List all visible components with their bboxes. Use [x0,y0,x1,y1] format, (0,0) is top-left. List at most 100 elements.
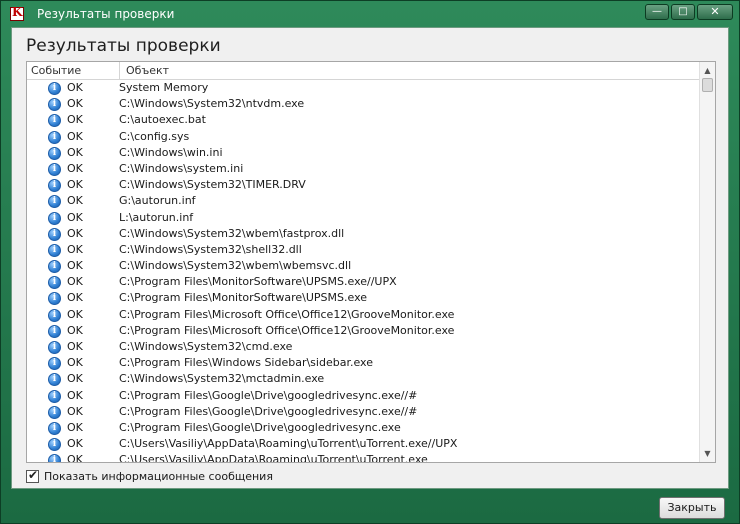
row-event: OK [67,307,83,321]
table-row[interactable]: i OK C:\Program Files\Google\Drive\googled… [27,420,699,436]
show-info-checkbox[interactable]: ✔ [26,468,39,483]
results-list[interactable]: Событие Объект i OK System Memory i OK C:\Win… [26,61,716,463]
table-row[interactable]: i OK C:\Windows\System32\cmd.exe [27,339,699,355]
row-event: OK [67,420,83,434]
table-row[interactable]: i OK C:\Windows\System32\shell32.dll [27,242,699,258]
info-icon: i [48,357,61,371]
scroll-up-icon[interactable]: ▲ [700,64,715,77]
row-object: C:\Windows\System32\ntvdm.exe [119,97,305,111]
info-icon: i [48,98,61,112]
row-object: C:\Program Files\Google\Drive\googledriv… [119,420,401,434]
row-event: OK [67,404,83,418]
row-object: C:\Program Files\Microsoft Office\Office… [119,323,455,337]
table-row[interactable]: i OK C:\Windows\System32\mctadmin.exe [27,371,699,387]
info-icon: i [48,276,61,290]
table-row[interactable]: i OK C:\Windows\System32\wbem\wbemsvc.dll [27,258,699,274]
row-event: OK [67,453,83,463]
info-icon: i [48,421,61,435]
table-row[interactable]: i OK C:\Program Files\MonitorSoftware\UPSM… [27,290,699,306]
row-object: C:\Program Files\MonitorSoftware\UPSMS.e… [119,275,397,289]
row-event: OK [67,226,83,240]
info-icon: i [48,211,61,225]
row-object: C:\Program Files\Google\Drive\googledriv… [119,404,418,418]
row-event: OK [67,210,83,224]
row-object: C:\Windows\System32\mctadmin.exe [119,372,325,386]
close-button[interactable]: Закрыть [659,497,725,519]
minimize-icon: — [652,6,662,17]
table-row[interactable]: i OK C:\Program Files\Google\Drive\googled… [27,404,699,420]
column-header-object[interactable]: Объект [119,62,169,79]
window-title: Результаты проверки [37,7,175,21]
row-object: G:\autorun.inf [119,194,196,208]
row-event: OK [67,145,83,159]
maximize-button[interactable]: □ [671,4,695,20]
row-event: OK [67,194,83,208]
scroll-down-icon[interactable]: ▼ [700,447,715,460]
row-event: OK [67,113,83,127]
results-window: K Результаты проверки — □ ✕ Результаты п… [0,0,740,524]
row-object: C:\config.sys [119,129,190,143]
row-event: OK [67,178,83,192]
row-object: C:\Program Files\Windows Sidebar\sidebar… [119,356,373,370]
table-row[interactable]: i OK System Memory [27,80,699,96]
info-icon: i [48,130,61,144]
minimize-button[interactable]: — [645,4,669,20]
scrollbar-thumb[interactable] [702,78,713,92]
row-object: C:\Windows\System32\wbem\fastprox.dll [119,226,345,240]
info-icon: i [48,292,61,306]
row-object: C:\Windows\System32\shell32.dll [119,242,302,256]
info-icon: i [48,179,61,193]
row-object: C:\autoexec.bat [119,113,206,127]
table-row[interactable]: i OK C:\Program Files\Microsoft Office\Off… [27,323,699,339]
row-object: C:\Users\Vasiliy\AppData\Roaming\uTorren… [119,453,428,463]
table-row[interactable]: i OK C:\Users\Vasiliy\AppData\Roaming\uTor… [27,436,699,452]
row-event: OK [67,81,83,94]
row-object: C:\Users\Vasiliy\AppData\Roaming\uTorren… [119,437,458,451]
info-icon: i [48,454,61,462]
info-icon: i [48,308,61,322]
show-info-checkbox-row[interactable]: ✔ Показать информационные сообщения [26,468,273,483]
row-object: C:\Program Files\Microsoft Office\Office… [119,307,455,321]
table-row[interactable]: i OK C:\config.sys [27,129,699,145]
table-row[interactable]: i OK C:\Windows\System32\ntvdm.exe [27,96,699,112]
row-object: C:\Windows\System32\wbem\wbemsvc.dll [119,259,352,273]
show-info-label[interactable]: Показать информационные сообщения [44,470,273,483]
table-row[interactable]: i OK C:\Program Files\Microsoft Office\Off… [27,307,699,323]
table-row[interactable]: i OK G:\autorun.inf [27,193,699,209]
row-event: OK [67,97,83,111]
info-icon: i [48,373,61,387]
kaspersky-app-icon: K [10,5,24,21]
row-object: C:\Windows\win.ini [119,145,223,159]
table-row[interactable]: i OK C:\Windows\win.ini [27,145,699,161]
title-bar[interactable]: K Результаты проверки — □ ✕ [1,1,739,27]
table-row[interactable]: i OK C:\Windows\system.ini [27,161,699,177]
row-event: OK [67,161,83,175]
vertical-scrollbar[interactable]: ▲ ▼ [699,62,715,462]
row-object: System Memory [119,81,209,94]
row-object: C:\Windows\System32\cmd.exe [119,340,293,353]
table-row[interactable]: i OK C:\Program Files\Windows Sidebar\side… [27,355,699,371]
info-icon: i [48,243,61,257]
table-row[interactable]: i OK C:\Program Files\MonitorSoftware\UPSM… [27,274,699,290]
table-row[interactable]: i OK C:\autoexec.bat [27,112,699,128]
table-row[interactable]: i OK C:\Windows\System32\TIMER.DRV [27,177,699,193]
maximize-icon: □ [678,6,688,17]
info-icon: i [48,227,61,241]
table-row[interactable]: i OK C:\Program Files\Google\Drive\googled… [27,388,699,404]
info-icon: i [48,260,61,274]
column-header-event[interactable]: Событие [31,64,81,77]
table-row[interactable]: i OK C:\Users\Vasiliy\AppData\Roaming\uTor… [27,452,699,463]
close-window-button[interactable]: ✕ [697,4,733,20]
row-object: C:\Program Files\Google\Drive\googledriv… [119,388,418,402]
table-row[interactable]: i OK L:\autorun.inf [27,210,699,226]
info-icon: i [48,341,61,354]
row-object: C:\Program Files\MonitorSoftware\UPSMS.e… [119,291,368,305]
row-object: L:\autorun.inf [119,210,194,224]
table-row[interactable]: i OK C:\Windows\System32\wbem\fastprox.dll [27,226,699,242]
row-object: C:\Windows\System32\TIMER.DRV [119,178,306,192]
row-event: OK [67,388,83,402]
info-icon: i [48,324,61,338]
row-event: OK [67,129,83,143]
info-icon: i [48,114,61,128]
info-icon: i [48,438,61,452]
